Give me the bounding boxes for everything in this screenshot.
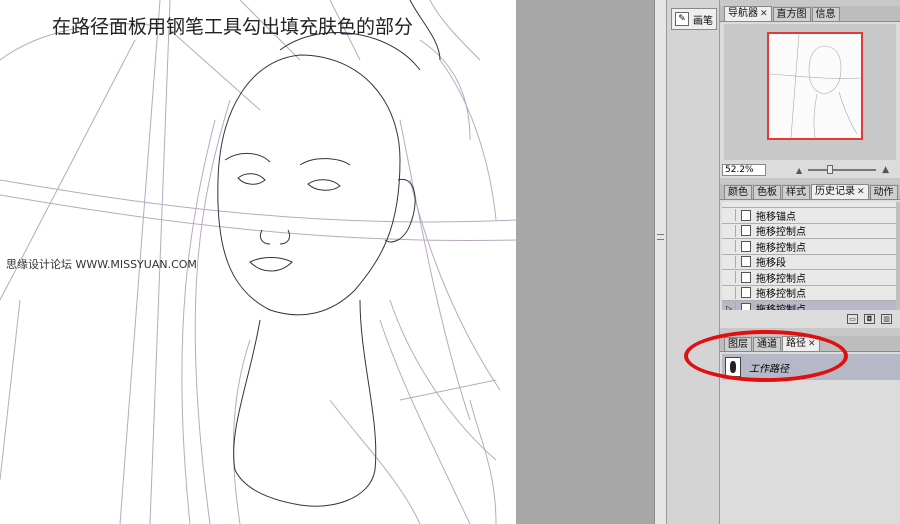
tab-label: 通道 [757,339,777,350]
zoom-field[interactable]: 52.2% [722,164,766,176]
zoom-in-icon[interactable]: ▲ [882,165,889,175]
snapshot-source-checkbox[interactable] [722,271,736,284]
tab-channels[interactable]: 通道 [753,337,781,351]
zoom-slider[interactable] [808,165,877,174]
tab-info[interactable]: 信息 [811,7,840,21]
history-item[interactable]: 拖移控制点 [722,224,896,239]
tab-label: 历史记录 [815,186,855,197]
history-state-icon [741,271,751,283]
history-state-icon [741,209,751,221]
tab-label: 路径 [786,338,806,349]
tutorial-caption: 在路径面板用钢笔工具勾出填充肤色的部分 [52,16,414,38]
snapshot-source-checkbox[interactable] [722,286,736,299]
history-scrollbar[interactable] [896,202,900,310]
navigator-tabs: 导航器 ✕ 直方图 信息 [720,6,900,22]
history-state-icon [741,225,751,237]
tab-layers[interactable]: 图层 [724,337,752,351]
paths-panel: 图层 通道 路径 ✕ 工作路径 [720,336,900,524]
site-watermark: 思缘设计论坛 WWW.MISSYUAN.COM [6,258,197,271]
pasteboard [516,0,654,524]
tab-label: 信息 [815,9,836,20]
snapshot-source-checkbox[interactable] [722,209,736,222]
close-icon[interactable]: ✕ [808,339,816,349]
history-state-icon [741,287,751,299]
tab-actions[interactable]: 动作 [869,185,898,199]
close-icon[interactable]: ✕ [760,9,768,19]
snapshot-source-checkbox[interactable]: ▷ [722,302,736,310]
history-item-label: 拖移控制点 [756,289,806,301]
tab-label: 导航器 [728,8,758,19]
history-item[interactable]: 拖移控制点 [722,286,896,301]
history-item[interactable]: 拖移控制点 [722,239,896,255]
tab-label: 样式 [786,187,806,198]
history-footer: ▭ ◘ ▥ [720,312,900,326]
brush-icon: ✎ [675,12,689,26]
history-item-selected[interactable]: ▷ 拖移控制点 [722,301,896,310]
photoshop-window: 在路径面板用钢笔工具勾出填充肤色的部分 思缘设计论坛 WWW.MISSYUAN.… [0,0,900,524]
new-document-from-state-icon[interactable]: ▭ [847,314,858,324]
tab-histogram[interactable]: 直方图 [772,7,811,21]
history-state-icon [741,240,751,252]
history-item[interactable]: 拖移段 [722,255,896,270]
brush-panel-label: 画笔 [693,15,713,27]
history-item-label: 拖移控制点 [756,227,806,239]
tab-label: 色板 [757,187,777,198]
history-item-label: 拖移控制点 [756,301,806,310]
history-state-icon [741,256,751,268]
scrollbar-grip-icon[interactable] [657,234,664,240]
tab-history[interactable]: 历史记录 ✕ [811,184,869,199]
history-item-label: 拖移锚点 [756,211,796,223]
history-item-label: 拖移段 [756,258,786,270]
tab-paths[interactable]: 路径 ✕ [782,336,820,351]
tab-label: 动作 [873,187,894,198]
tab-label: 颜色 [728,187,748,198]
navigator-panel: 导航器 ✕ 直方图 信息 52.2% ▲ ▲ [720,6,900,178]
history-item-label: 拖移控制点 [756,273,806,285]
close-icon[interactable]: ✕ [857,187,865,197]
navigator-preview[interactable] [724,24,896,160]
zoom-row: 52.2% ▲ ▲ [720,163,900,177]
zoom-out-icon[interactable]: ▲ [796,166,802,175]
history-item-label: 拖移控制点 [756,242,806,254]
tab-styles[interactable]: 样式 [782,185,810,199]
tab-label: 直方图 [776,9,807,20]
tab-navigator[interactable]: 导航器 ✕ [724,6,772,21]
document-canvas[interactable]: 在路径面板用钢笔工具勾出填充肤色的部分 思缘设计论坛 WWW.MISSYUAN.… [0,0,516,524]
navigator-view-box[interactable] [767,32,863,140]
brush-panel-button[interactable]: ✎ 画笔 [671,8,717,30]
paths-panel-body [720,380,900,524]
zoom-slider-thumb[interactable] [826,165,833,174]
history-list: 拖移锚点 拖移控制点 拖移控制点 拖移段 拖移控制点 拖移控制点 ▷ 拖移控制点 [722,202,896,310]
history-item[interactable]: 拖移控制点 [722,270,896,286]
snapshot-source-checkbox[interactable] [722,224,736,237]
path-thumbnail-icon [725,357,741,377]
snapshot-source-checkbox[interactable] [722,240,736,253]
history-item[interactable]: 拖移锚点 [722,208,896,224]
history-state-slider-icon[interactable]: ▷ [726,304,732,310]
tab-label: 图层 [728,339,748,350]
trash-icon[interactable]: ▥ [881,314,892,324]
tab-color[interactable]: 颜色 [724,185,752,199]
collapsed-panel-dock: ✎ 画笔 [666,0,720,524]
snapshot-source-checkbox[interactable] [722,255,736,268]
new-snapshot-icon[interactable]: ◘ [864,314,875,324]
paths-tabs: 图层 通道 路径 ✕ [720,336,900,352]
preview-thumbnail [768,33,862,139]
history-panel: 颜色 色板 样式 历史记录 ✕ 动作 拖移锚点 拖移控制点 拖移控制点 拖移段 拖… [720,184,900,328]
history-state-icon [741,302,751,310]
history-tabs: 颜色 色板 样式 历史记录 ✕ 动作 [720,184,900,200]
tab-swatches[interactable]: 色板 [753,185,781,199]
work-path-label: 工作路径 [749,363,789,375]
work-path-item[interactable]: 工作路径 [722,354,900,380]
canvas-scrollbar[interactable] [654,0,666,524]
